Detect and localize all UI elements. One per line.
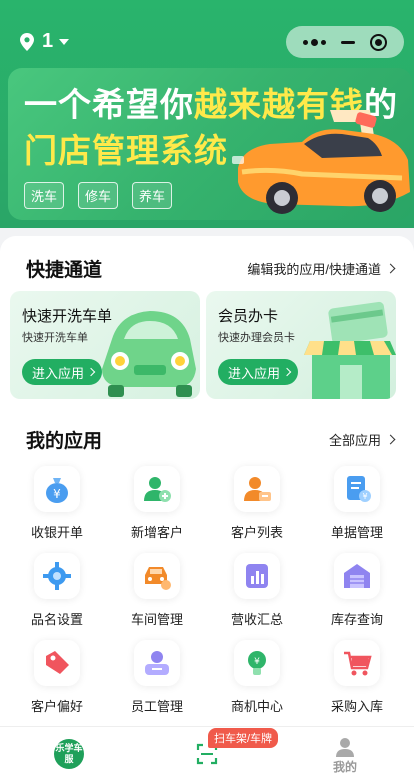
- location-selector[interactable]: 1: [20, 30, 70, 53]
- app-revenue-summary[interactable]: 营收汇总: [207, 553, 307, 628]
- my-apps-title: 我的应用: [26, 431, 103, 452]
- target-close-icon[interactable]: [369, 33, 387, 51]
- svg-text:¥: ¥: [362, 492, 367, 501]
- app-label: 采购入库: [330, 699, 383, 714]
- chevron-right-icon: [385, 263, 396, 274]
- tab-mine-label: 我的: [332, 760, 357, 774]
- quick-card-title: 快速开洗车单: [22, 308, 113, 325]
- banner-line-2: 门店管理系统: [24, 132, 228, 169]
- car-repair-icon: [145, 567, 171, 590]
- svg-text:¥: ¥: [254, 657, 260, 667]
- tag-icon: [46, 651, 69, 674]
- quick-access-title: 快捷通道: [26, 260, 103, 281]
- staff-icon: [145, 651, 169, 675]
- app-label: 客户偏好: [30, 699, 83, 714]
- app-purchase-inbound[interactable]: 采购入库: [307, 640, 407, 715]
- sports-car-illustration: [232, 110, 410, 214]
- chevron-right-icon: [86, 367, 96, 377]
- app-label: 收银开单: [30, 525, 83, 540]
- more-dots-icon[interactable]: [303, 38, 327, 46]
- location-number: 1: [42, 30, 54, 52]
- app-opportunity-center[interactable]: ¥ 商机中心: [207, 640, 307, 715]
- add-user-icon: [144, 477, 171, 502]
- quick-card-title: 会员办卡: [218, 308, 279, 325]
- main-content: 快捷通道 编辑我的应用/快捷通道 快速开洗车单 快速开洗车单 进入应用 会员办卡…: [0, 236, 414, 726]
- edit-apps-link[interactable]: 编辑我的应用/快捷通道: [247, 259, 396, 278]
- promo-banner[interactable]: 一个希望你越来越有钱的 门店管理系统 洗车 修车 养车: [8, 68, 412, 220]
- store-card-illustration: [304, 301, 396, 399]
- app-grid: ¥ 收银开单 新增客户 客户列表 ¥ 单据管理 品名设置 车间管理 营收汇总 库…: [0, 466, 414, 715]
- chevron-right-icon: [282, 367, 292, 377]
- tag-wash: 洗车: [24, 182, 65, 209]
- enter-app-button[interactable]: 进入应用: [218, 359, 299, 385]
- app-inventory[interactable]: 库存查询: [307, 553, 407, 628]
- app-cashier[interactable]: ¥ 收银开单: [7, 466, 107, 541]
- app-workshop[interactable]: 车间管理: [107, 553, 207, 628]
- app-label: 新增客户: [130, 525, 183, 540]
- app-documents[interactable]: ¥ 单据管理: [307, 466, 407, 541]
- enter-app-button[interactable]: 进入应用: [22, 359, 103, 385]
- tab-mine[interactable]: 我的: [330, 737, 360, 775]
- chevron-right-icon: [385, 434, 396, 445]
- app-label: 员工管理: [130, 699, 183, 714]
- svg-text:¥: ¥: [53, 487, 61, 501]
- tag-maintain: 养车: [132, 182, 173, 209]
- app-label: 库存查询: [330, 612, 383, 627]
- document-icon: ¥: [347, 476, 371, 502]
- chevron-down-icon: [59, 38, 70, 45]
- quick-card-subtitle: 快速办理会员卡: [218, 332, 295, 344]
- app-label: 品名设置: [30, 612, 83, 627]
- tag-repair: 修车: [78, 182, 119, 209]
- app-label: 车间管理: [130, 612, 183, 627]
- quick-card-subtitle: 快速开洗车单: [22, 332, 88, 344]
- minimize-icon[interactable]: [340, 40, 355, 44]
- app-add-customer[interactable]: 新增客户: [107, 466, 207, 541]
- quick-card-car-wash[interactable]: 快速开洗车单 快速开洗车单 进入应用: [10, 291, 200, 399]
- lightbulb-icon: ¥: [248, 651, 266, 675]
- app-label: 客户列表: [230, 525, 283, 540]
- all-apps-link[interactable]: 全部应用: [329, 430, 396, 449]
- bar-chart-icon: [246, 564, 268, 588]
- quick-card-membership[interactable]: 会员办卡 快速办理会员卡 进入应用: [206, 291, 396, 399]
- location-pin-icon: [20, 32, 34, 51]
- app-staff-management[interactable]: 员工管理: [107, 640, 207, 715]
- money-bag-icon: ¥: [46, 478, 68, 503]
- app-product-settings[interactable]: 品名设置: [7, 553, 107, 628]
- user-list-icon: [244, 477, 271, 501]
- bottom-tab-bar: 乐学车服 扫车架/车牌 我的: [0, 726, 414, 780]
- app-customer-list[interactable]: 客户列表: [207, 466, 307, 541]
- tab-home-logo[interactable]: 乐学车服: [54, 739, 84, 769]
- banner-tags: 洗车 修车 养车: [24, 182, 173, 209]
- user-icon: [336, 738, 354, 757]
- cart-icon: [344, 651, 372, 676]
- app-label: 单据管理: [330, 525, 383, 540]
- warehouse-icon: [344, 564, 370, 588]
- header-area: 1 一个希望你越来越有钱的 门店管理系统 洗车 修车 养车: [0, 0, 414, 228]
- app-label: 商机中心: [230, 699, 283, 714]
- scan-badge[interactable]: 扫车架/车牌: [208, 728, 279, 748]
- app-customer-preferences[interactable]: 客户偏好: [7, 640, 107, 715]
- app-label: 营收汇总: [230, 612, 283, 627]
- miniapp-capsule: [286, 26, 404, 58]
- gear-icon: [43, 562, 71, 590]
